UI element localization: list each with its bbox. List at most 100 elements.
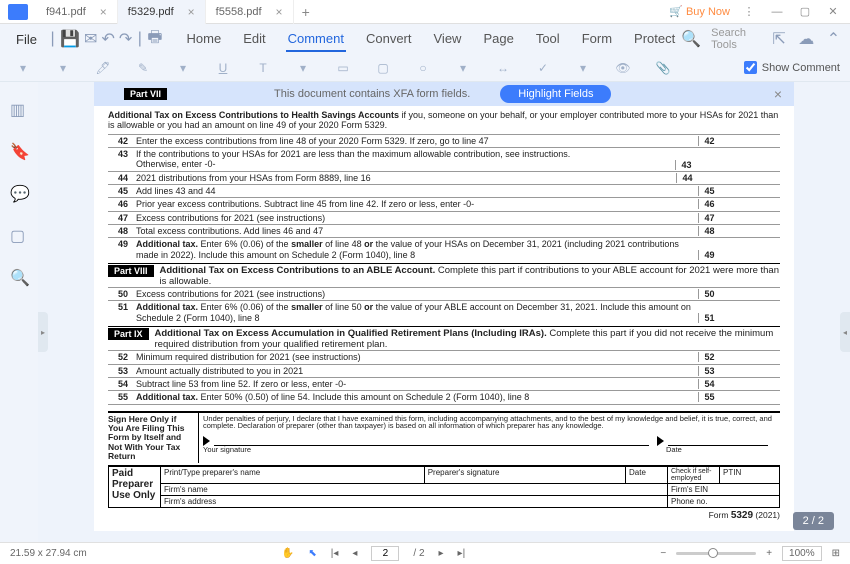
stamp-approved-tool[interactable]: ✓ xyxy=(530,58,556,78)
cloud-icon[interactable]: ☁ xyxy=(798,28,815,50)
preparer-table: Paid Preparer Use Only Print/Type prepar… xyxy=(108,465,780,508)
signature-field[interactable] xyxy=(214,436,649,446)
note-tool[interactable]: ▾ xyxy=(10,58,36,78)
divider: | xyxy=(136,28,143,50)
tab-edit[interactable]: Edit xyxy=(241,27,267,52)
close-icon[interactable]: × xyxy=(188,5,195,19)
area-highlight-tool[interactable]: ▭ xyxy=(330,58,356,78)
rectangle-tool[interactable]: ▢ xyxy=(370,58,396,78)
bookmarks-icon[interactable]: 🔖 xyxy=(10,142,28,160)
close-icon[interactable]: × xyxy=(100,5,107,19)
pdf-page: Part VII This document contains XFA form… xyxy=(94,82,794,531)
close-icon[interactable]: × xyxy=(276,5,283,19)
pencil-tool[interactable]: ✎ xyxy=(130,58,156,78)
search-icon: 🔍 xyxy=(681,29,701,49)
tab-home[interactable]: Home xyxy=(185,27,224,52)
tab-protect[interactable]: Protect xyxy=(632,27,677,52)
select-tool-icon[interactable]: ⬉ xyxy=(308,548,316,559)
mail-icon[interactable]: ✉ xyxy=(84,28,97,50)
part-label: Part IX xyxy=(108,328,149,340)
table-row: 49 Additional tax. Enter 6% (0.06) of th… xyxy=(108,237,780,261)
search-panel-icon[interactable]: 🔍 xyxy=(10,268,28,286)
add-tab-button[interactable]: + xyxy=(294,4,318,20)
document-tab[interactable]: f941.pdf × xyxy=(36,0,118,24)
save-icon[interactable]: 💾 xyxy=(60,28,80,50)
table-row: 42 Enter the excess contributions from l… xyxy=(108,134,780,147)
minimize-icon[interactable]: — xyxy=(768,3,786,21)
attachments-panel-icon[interactable]: ▢ xyxy=(10,226,28,244)
zoom-level[interactable]: 100% xyxy=(782,546,822,561)
callout-tool[interactable]: ▾ xyxy=(450,58,476,78)
close-banner-icon[interactable]: × xyxy=(774,86,782,102)
attachment-tool[interactable]: 📎 xyxy=(650,58,676,78)
prev-page-icon[interactable]: ◂ xyxy=(352,548,357,559)
signature-area: Sign Here Only if You Are Filing This Fo… xyxy=(108,411,780,464)
stamp-tool[interactable]: ▾ xyxy=(50,58,76,78)
zoom-in-icon[interactable]: + xyxy=(766,548,772,559)
sidebar-left: ▥ 🔖 💬 ▢ 🔍 xyxy=(0,82,38,542)
highlight-fields-button[interactable]: Highlight Fields xyxy=(500,85,611,103)
app-logo[interactable] xyxy=(8,4,28,20)
maximize-icon[interactable]: ▢ xyxy=(796,3,814,21)
document-viewport[interactable]: ▸ ◂ Part VII This document contains XFA … xyxy=(38,82,850,542)
file-menu[interactable]: File xyxy=(8,32,45,47)
date-field[interactable] xyxy=(668,436,768,446)
zoom-slider[interactable] xyxy=(676,552,756,555)
tab-comment[interactable]: Comment xyxy=(286,27,346,52)
strikethrough-tool[interactable]: ▾ xyxy=(290,58,316,78)
table-row: 44 2021 distributions from your HSAs fro… xyxy=(108,171,780,184)
expand-left-icon[interactable]: ▸ xyxy=(38,312,48,352)
part-label: Part VII xyxy=(124,88,167,100)
redo-icon[interactable]: ↷ xyxy=(119,28,132,50)
tab-form[interactable]: Form xyxy=(580,27,614,52)
tab-view[interactable]: View xyxy=(432,27,464,52)
tab-convert[interactable]: Convert xyxy=(364,27,414,52)
xfa-banner: Part VII This document contains XFA form… xyxy=(94,82,794,106)
fit-page-icon[interactable]: ⊞ xyxy=(832,548,840,559)
table-row: 50 Excess contributions for 2021 (see in… xyxy=(108,287,780,300)
tab-label: f941.pdf xyxy=(46,6,86,18)
document-tab[interactable]: f5558.pdf × xyxy=(206,0,294,24)
oval-tool[interactable]: ○ xyxy=(410,58,436,78)
last-page-icon[interactable]: ▸| xyxy=(458,548,466,559)
page-total: / 2 xyxy=(413,548,424,559)
share-icon[interactable]: ⇱ xyxy=(771,28,788,50)
collapse-icon[interactable]: ⌃ xyxy=(825,28,842,50)
arrow-icon xyxy=(657,436,664,446)
table-row: 46 Prior year excess contributions. Subt… xyxy=(108,197,780,210)
eraser-tool[interactable]: ▾ xyxy=(170,58,196,78)
more-icon[interactable]: ⋮ xyxy=(740,3,758,21)
thumbnails-icon[interactable]: ▥ xyxy=(10,100,28,118)
distance-tool[interactable]: ↔ xyxy=(490,58,516,78)
tab-tool[interactable]: Tool xyxy=(534,27,562,52)
hide-tool[interactable]: 👁 xyxy=(610,58,636,78)
first-page-icon[interactable]: |◂ xyxy=(331,548,339,559)
print-icon[interactable]: 🖶 xyxy=(147,28,162,50)
document-tab[interactable]: f5329.pdf × xyxy=(118,0,206,24)
hand-tool-icon[interactable]: ✋ xyxy=(282,548,294,559)
table-row: 54 Subtract line 53 from line 52. If zer… xyxy=(108,377,780,390)
search-tools-input[interactable]: Search Tools xyxy=(711,27,760,51)
table-row: 52 Minimum required distribution for 202… xyxy=(108,350,780,363)
highlight-tool[interactable]: 🖊 xyxy=(90,58,116,78)
table-row: 53 Amount actually distributed to you in… xyxy=(108,364,780,377)
buy-now-link[interactable]: 🛒 Buy Now xyxy=(669,5,730,18)
tab-page[interactable]: Page xyxy=(481,27,515,52)
close-window-icon[interactable]: ✕ xyxy=(824,3,842,21)
next-page-icon[interactable]: ▸ xyxy=(439,548,444,559)
xfa-message: This document contains XFA form fields. xyxy=(274,88,470,100)
multi-select-tool[interactable]: ▾ xyxy=(570,58,596,78)
undo-icon[interactable]: ↶ xyxy=(101,28,114,50)
expand-right-icon[interactable]: ◂ xyxy=(840,312,850,352)
page-indicator-badge: 2 / 2 xyxy=(793,512,834,530)
page-number-input[interactable] xyxy=(371,546,399,561)
show-comment-checkbox[interactable] xyxy=(744,61,757,74)
menubar: File | 💾 ✉ ↶ ↷ | 🖶 Home Edit Comment Con… xyxy=(0,24,850,54)
zoom-out-icon[interactable]: − xyxy=(660,548,666,559)
text-tool[interactable]: T xyxy=(250,58,276,78)
page-dimensions: 21.59 x 27.94 cm xyxy=(10,548,87,559)
part-label: Part VIII xyxy=(108,265,154,277)
underline-tool[interactable]: U xyxy=(210,58,236,78)
comments-icon[interactable]: 💬 xyxy=(10,184,28,202)
cart-icon: 🛒 xyxy=(669,5,683,18)
